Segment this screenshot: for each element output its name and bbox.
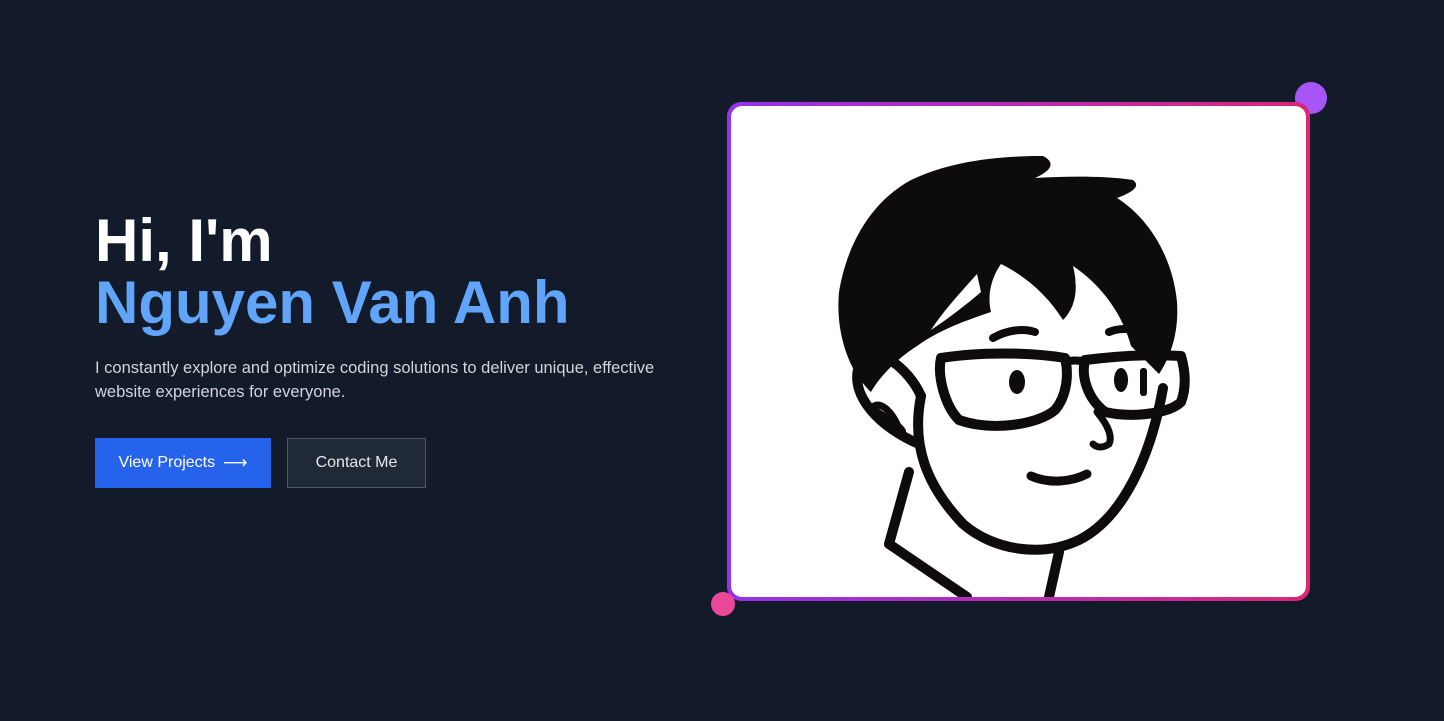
hero-actions: View Projects ⟶ Contact Me [95, 438, 705, 488]
hero-name: Nguyen Van Anh [95, 269, 570, 336]
avatar [731, 106, 1306, 597]
arrow-right-icon: ⟶ [223, 453, 248, 473]
contact-me-label: Contact Me [315, 454, 398, 471]
hero-heading: Hi, I'm Nguyen Van Anh [95, 210, 705, 334]
decorative-dot-bottom [711, 592, 735, 616]
hero-section: Hi, I'm Nguyen Van Anh I constantly expl… [0, 0, 1444, 721]
hero-intro: Hi, I'm Nguyen Van Anh I constantly expl… [95, 210, 705, 488]
view-projects-label: View Projects [118, 454, 216, 471]
contact-me-button[interactable]: Contact Me [287, 438, 426, 488]
avatar-illustration [838, 156, 1190, 597]
hero-tagline: I constantly explore and optimize coding… [95, 359, 655, 401]
greeting-text: Hi, I'm [95, 207, 273, 274]
portrait-frame [727, 102, 1310, 601]
view-projects-button[interactable]: View Projects ⟶ [95, 438, 271, 488]
